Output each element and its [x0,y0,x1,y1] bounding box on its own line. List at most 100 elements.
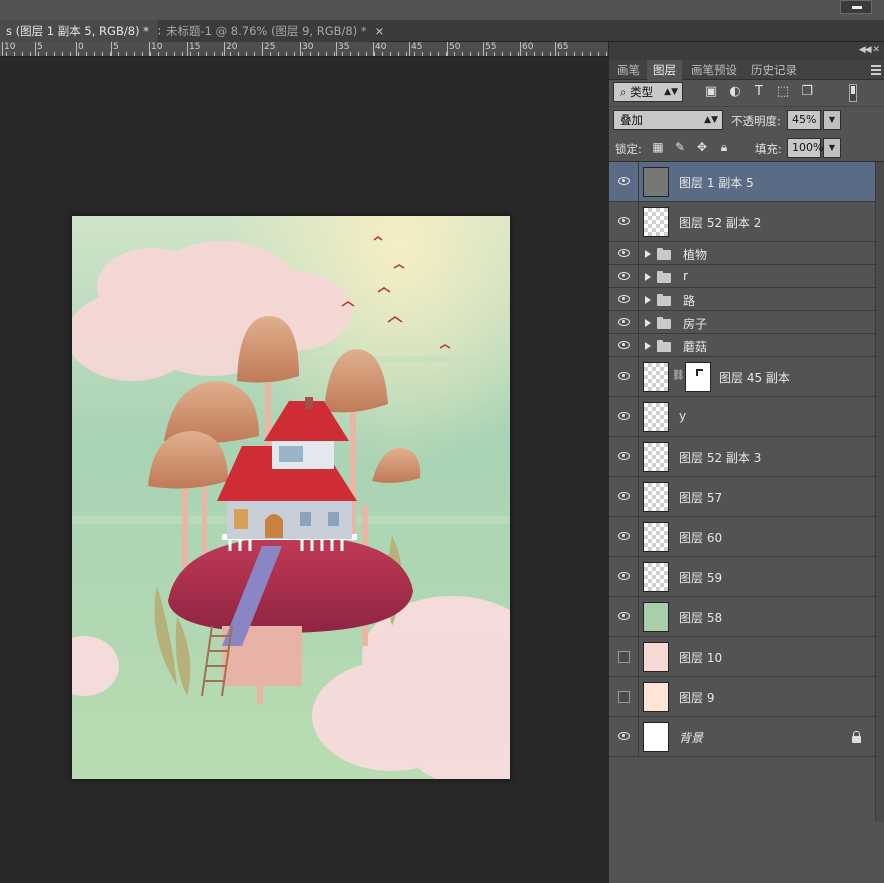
ruler-tick-label: 60 [522,42,534,52]
layer-thumbnail[interactable] [643,442,669,472]
fill-dropdown[interactable]: ▼ [823,138,841,158]
layer-row[interactable]: y [609,397,875,437]
ruler-tick-label: 40 [375,42,387,52]
lock-row: 锁定: ▦ ✎ ✥ 🔒︎ 填充: 100% ▼ [609,134,884,162]
visibility-toggle[interactable] [609,242,639,264]
visibility-toggle[interactable] [609,334,639,356]
layer-name: 蘑菇 [683,339,708,354]
layer-mask-thumbnail[interactable] [685,362,711,392]
visibility-toggle[interactable] [609,265,639,287]
layer-row[interactable]: 背景 [609,717,875,757]
visibility-toggle[interactable] [609,637,639,676]
layer-group-row[interactable]: r [609,265,875,288]
layer-thumbnail[interactable] [643,562,669,592]
smart-object-filter-icon[interactable]: ❐ [799,84,815,100]
layer-thumbnail[interactable] [643,402,669,432]
opacity-dropdown[interactable]: ▼ [823,110,841,130]
layer-row[interactable]: 图层 10 [609,637,875,677]
layer-thumbnail[interactable] [643,362,669,392]
visibility-toggle[interactable] [609,517,639,556]
adjustment-filter-icon[interactable]: ◐ [727,84,743,100]
layer-group-row[interactable]: 房子 [609,311,875,334]
ruler-minor-tick [318,52,319,56]
eye-icon [618,612,630,620]
visibility-toggle[interactable] [609,717,639,756]
layer-thumbnail[interactable] [643,682,669,712]
expand-arrow-icon[interactable] [645,295,651,304]
opacity-input[interactable]: 45% [787,110,821,130]
artwork-canvas[interactable] [72,216,510,779]
canvas-area[interactable] [0,57,608,883]
expand-arrow-icon[interactable] [645,341,651,350]
layer-row[interactable]: 图层 57 [609,477,875,517]
visibility-toggle[interactable] [609,288,639,310]
folder-icon [657,316,671,329]
pixel-filter-icon[interactable]: ▣ [703,84,719,100]
document-tab-inactive[interactable]: 未标题-1 @ 8.76% (图层 9, RGB/8) * × [160,20,384,42]
layer-name: 房子 [683,316,708,331]
layer-group-row[interactable]: 蘑菇 [609,334,875,357]
lock-transparent-icon[interactable]: ▦ [651,140,665,154]
expand-arrow-icon[interactable] [645,318,651,327]
layer-name: 图层 45 副本 [719,371,790,385]
layer-row[interactable]: 图层 52 副本 2 [609,202,875,242]
ruler-minor-tick [142,52,143,56]
shape-filter-icon[interactable]: ⬚ [775,84,791,100]
layer-thumbnail[interactable] [643,167,669,197]
lock-all-icon[interactable]: 🔒︎ [717,140,731,154]
layer-thumbnail[interactable] [643,642,669,672]
visibility-toggle[interactable] [609,311,639,333]
filter-kind-select[interactable]: ⌕ 类型 ▲▼ [613,82,683,102]
layer-list-scrollbar[interactable] [875,162,884,822]
collapse-icon[interactable]: ◀◀ ✕ [859,45,880,55]
visibility-toggle[interactable] [609,677,639,716]
eye-icon [618,317,630,326]
blend-mode-select[interactable]: 叠加 ▲▼ [613,110,723,130]
visibility-toggle[interactable] [609,477,639,516]
visibility-toggle[interactable] [609,202,639,241]
layer-row[interactable]: ⛓ 图层 45 副本 [609,357,875,397]
ruler-minor-tick [30,52,31,56]
layer-row[interactable]: 图层 52 副本 3 [609,437,875,477]
filter-toggle[interactable] [849,84,857,102]
tab-history[interactable]: 历史记录 [745,60,803,80]
tab-brush-presets[interactable]: 画笔预设 [685,60,743,80]
lock-position-icon[interactable]: ✥ [695,140,709,154]
layer-thumbnail[interactable] [643,602,669,632]
minimize-button[interactable] [840,0,872,14]
layer-thumbnail[interactable] [643,207,669,237]
layer-row[interactable]: 图层 1 副本 5 [609,162,875,202]
ruler-tick-label: 20 [226,42,238,52]
layer-row[interactable]: 图层 59 [609,557,875,597]
fill-input[interactable]: 100% [787,138,823,158]
lock-paint-icon[interactable]: ✎ [673,140,687,154]
document-tab-active[interactable]: s (图层 1 副本 5, RGB/8) *× [0,20,167,42]
panel-menu-icon[interactable] [871,65,881,75]
tab-layers[interactable]: 图层 [647,60,682,80]
close-icon[interactable]: × [375,24,385,38]
visibility-toggle[interactable] [609,597,639,636]
layer-thumbnail[interactable] [643,522,669,552]
chevron-updown-icon: ▲▼ [664,87,678,97]
type-filter-icon[interactable]: T [751,84,767,100]
layer-row[interactable]: 图层 9 [609,677,875,717]
layer-name: y [679,409,687,423]
link-chain-icon[interactable]: ⛓ [672,370,685,381]
layer-group-row[interactable]: 植物 [609,242,875,265]
layer-row[interactable]: 图层 58 [609,597,875,637]
visibility-toggle[interactable] [609,397,639,436]
tab-brush[interactable]: 画笔 [611,60,646,80]
ruler-minor-tick [422,52,423,56]
layer-thumbnail[interactable] [643,722,669,752]
layer-group-row[interactable]: 路 [609,288,875,311]
visibility-toggle[interactable] [609,437,639,476]
layer-row[interactable]: 图层 60 [609,517,875,557]
ruler-minor-tick [286,52,287,56]
visibility-toggle[interactable] [609,357,639,396]
visibility-toggle[interactable] [609,557,639,596]
visibility-toggle[interactable] [609,162,639,201]
expand-arrow-icon[interactable] [645,272,651,281]
ruler-minor-tick [574,52,575,56]
expand-arrow-icon[interactable] [645,249,651,258]
layer-thumbnail[interactable] [643,482,669,512]
